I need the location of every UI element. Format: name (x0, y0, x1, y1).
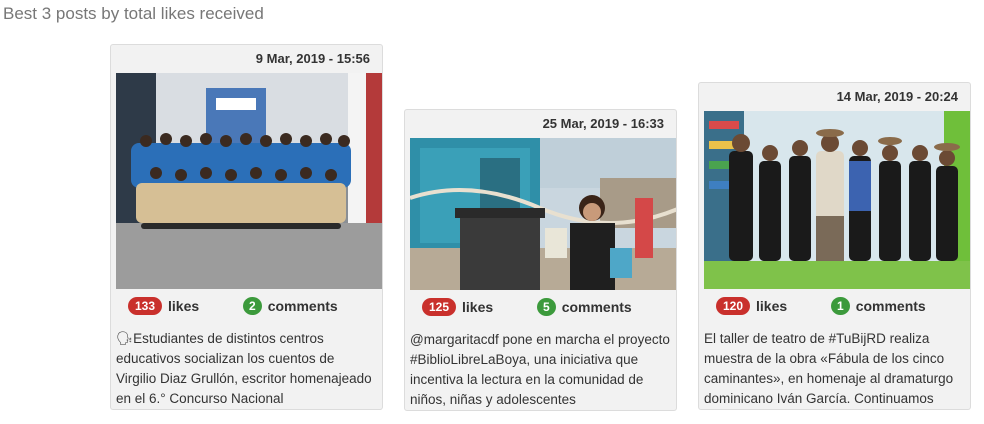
comments-label: comments (267, 298, 338, 314)
post-image[interactable] (116, 73, 382, 289)
post-card[interactable]: 14 Mar, 2019 - 20:24 120 likes 1 comment… (698, 82, 971, 410)
post-text: 🗣Estudiantes de distintos centros educat… (116, 331, 372, 406)
comments-stat: 5 comments (537, 298, 632, 316)
comments-label: comments (855, 298, 926, 314)
comments-stat: 2 comments (243, 297, 338, 315)
post-text: El taller de teatro de #TuBijRD realiza … (704, 331, 954, 406)
post-text: @margaritacdf pone en marcha el proyecto… (410, 332, 670, 407)
likes-stat: 120 likes (716, 297, 787, 315)
comments-stat: 1 comments (831, 297, 926, 315)
post-date: 25 Mar, 2019 - 16:33 (542, 116, 664, 131)
likes-count-badge: 125 (422, 298, 457, 316)
comments-count-badge: 2 (243, 297, 262, 315)
post-stats: 120 likes 1 comments (699, 289, 970, 323)
likes-label: likes (168, 298, 200, 314)
comments-count-badge: 1 (831, 297, 850, 315)
post-image[interactable] (410, 138, 676, 290)
post-image-graphic (116, 73, 382, 289)
post-card[interactable]: 25 Mar, 2019 - 16:33 125 likes 5 comment… (404, 109, 677, 411)
likes-stat: 125 likes (422, 298, 493, 316)
post-card[interactable]: 9 Mar, 2019 - 15:56 133 likes 2 comments… (110, 44, 383, 410)
post-date: 9 Mar, 2019 - 15:56 (255, 51, 370, 66)
likes-label: likes (756, 298, 788, 314)
comments-count-badge: 5 (537, 298, 556, 316)
post-image[interactable] (704, 111, 970, 289)
section-title: Best 3 posts by total likes received (3, 4, 264, 23)
likes-label: likes (462, 299, 494, 315)
post-stats: 133 likes 2 comments (111, 289, 382, 323)
post-image-graphic (704, 111, 970, 289)
likes-stat: 133 likes (128, 297, 199, 315)
post-image-graphic (410, 138, 676, 290)
comments-label: comments (561, 299, 632, 315)
likes-count-badge: 120 (716, 297, 751, 315)
post-date: 14 Mar, 2019 - 20:24 (836, 89, 958, 104)
likes-count-badge: 133 (128, 297, 163, 315)
post-stats: 125 likes 5 comments (405, 290, 676, 324)
